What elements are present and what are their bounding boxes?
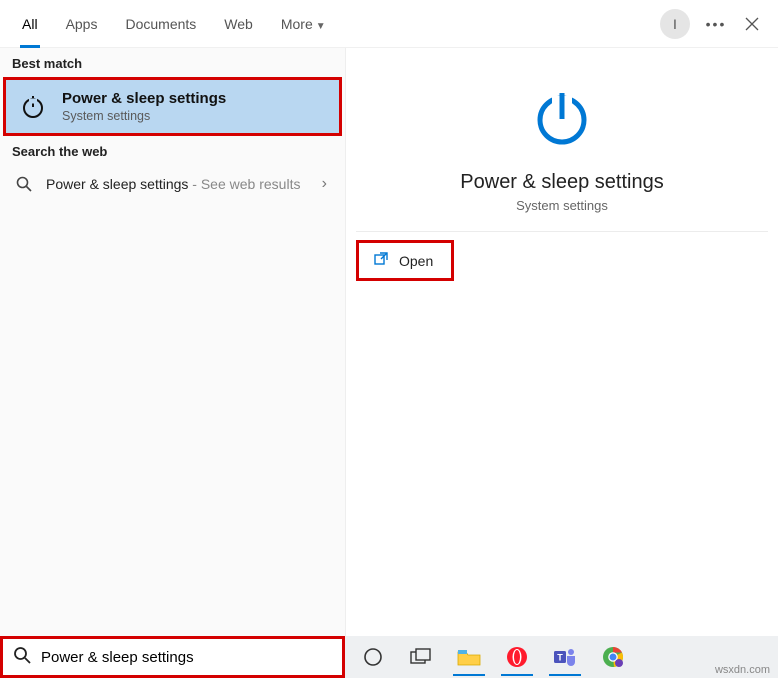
bottom-bar: T wsxdn.com: [0, 636, 778, 678]
more-options-icon[interactable]: •••: [698, 6, 734, 42]
task-view-icon: [410, 648, 432, 666]
best-match-header: Best match: [0, 48, 345, 77]
cortana-button[interactable]: [349, 636, 397, 678]
power-icon: [18, 92, 48, 122]
file-explorer-button[interactable]: [445, 636, 493, 678]
best-match-title: Power & sleep settings: [62, 90, 226, 107]
detail-title: Power & sleep settings: [460, 171, 663, 194]
tab-documents[interactable]: Documents: [111, 0, 210, 48]
svg-text:T: T: [557, 653, 563, 663]
tab-apps-label: Apps: [66, 16, 98, 32]
search-web-header: Search the web: [0, 136, 345, 165]
user-avatar[interactable]: I: [660, 9, 690, 39]
cortana-icon: [363, 647, 383, 667]
search-box[interactable]: [0, 636, 345, 678]
best-match-highlight-box: Power & sleep settings System settings: [3, 77, 342, 136]
chrome-icon: [602, 646, 624, 668]
folder-icon: [457, 647, 481, 667]
detail-subtitle: System settings: [516, 198, 608, 213]
top-tab-bar: All Apps Documents Web More▼ I •••: [0, 0, 778, 48]
search-icon: [14, 176, 34, 192]
close-button[interactable]: [734, 6, 770, 42]
web-result-text: Power & sleep settings - See web results: [46, 176, 310, 192]
teams-button[interactable]: T: [541, 636, 589, 678]
watermark-text: wsxdn.com: [715, 664, 770, 676]
tab-web-label: Web: [224, 16, 253, 32]
opera-button[interactable]: [493, 636, 541, 678]
opera-icon: [506, 646, 528, 668]
detail-card: Power & sleep settings System settings: [356, 58, 768, 232]
tab-all-label: All: [22, 16, 38, 32]
close-icon: [745, 17, 759, 31]
best-match-subtitle: System settings: [62, 109, 226, 123]
web-result-row[interactable]: Power & sleep settings - See web results…: [0, 165, 345, 203]
web-result-suffix: - See web results: [188, 176, 300, 192]
tab-web[interactable]: Web: [210, 0, 267, 48]
power-icon-large: [530, 86, 594, 155]
tab-all[interactable]: All: [8, 0, 52, 48]
taskbar: T wsxdn.com: [345, 636, 778, 678]
results-pane: Best match Power & sleep settings System…: [0, 48, 345, 636]
detail-pane: Power & sleep settings System settings O…: [345, 48, 778, 636]
task-view-button[interactable]: [397, 636, 445, 678]
open-button[interactable]: Open: [356, 240, 454, 281]
avatar-initial: I: [673, 16, 677, 32]
tab-more[interactable]: More▼: [267, 0, 340, 48]
web-result-title: Power & sleep settings: [46, 176, 188, 192]
search-icon: [3, 646, 41, 669]
chevron-down-icon: ▼: [316, 21, 326, 32]
chrome-button[interactable]: [589, 636, 637, 678]
open-button-label: Open: [399, 253, 433, 269]
tab-documents-label: Documents: [125, 16, 196, 32]
open-external-icon: [373, 251, 389, 270]
tab-more-label: More: [281, 16, 313, 32]
best-match-text: Power & sleep settings System settings: [62, 90, 226, 123]
best-match-result[interactable]: Power & sleep settings System settings: [6, 80, 339, 133]
chevron-right-icon[interactable]: ›: [322, 175, 331, 193]
teams-icon: T: [553, 646, 577, 668]
tab-apps[interactable]: Apps: [52, 0, 112, 48]
search-input[interactable]: [41, 639, 342, 675]
